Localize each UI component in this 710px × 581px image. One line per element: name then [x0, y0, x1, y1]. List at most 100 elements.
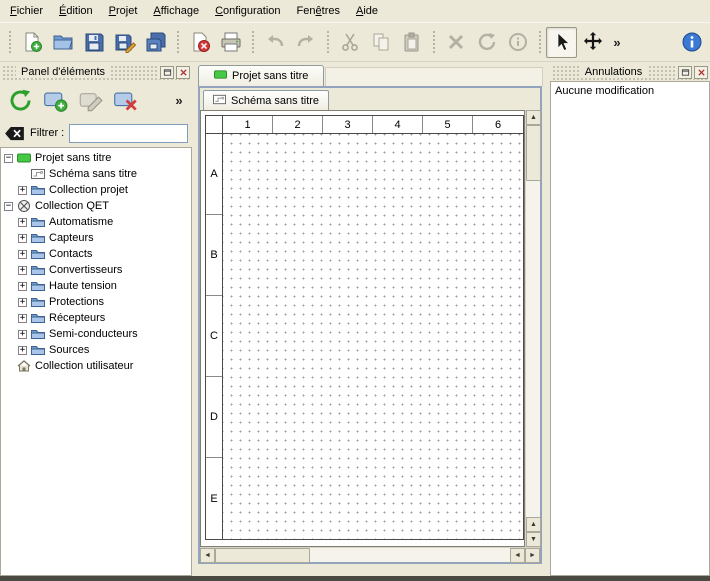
collapse-icon[interactable]: − — [4, 154, 13, 163]
scroll-up-button[interactable]: ▲ — [526, 110, 541, 125]
copy-button[interactable] — [365, 27, 396, 58]
expand-icon[interactable]: + — [18, 282, 27, 291]
toolbar-grip[interactable] — [325, 29, 330, 55]
row-header-c: C — [206, 296, 222, 377]
diagram-grid[interactable] — [223, 134, 523, 539]
reload-collections-button[interactable] — [4, 84, 36, 116]
print-button[interactable] — [215, 27, 246, 58]
panel-overflow-button[interactable]: » — [170, 85, 188, 116]
vertical-scroll-thumb[interactable] — [526, 125, 541, 181]
scroll-left-button[interactable]: ◄ — [200, 548, 215, 563]
filter-input[interactable] — [69, 124, 188, 143]
select-mode-button[interactable] — [546, 27, 577, 58]
new-document-icon — [21, 31, 43, 53]
move-mode-icon — [582, 31, 604, 53]
expand-icon[interactable]: + — [18, 298, 27, 307]
new-document-button[interactable] — [16, 27, 47, 58]
about-button[interactable] — [676, 27, 707, 58]
elements-panel-float-button[interactable] — [160, 66, 174, 79]
menu-item-affichage[interactable]: Affichage — [145, 1, 207, 21]
expand-icon[interactable]: + — [18, 314, 27, 323]
rotate-button[interactable] — [471, 27, 502, 58]
elements-panel-close-button[interactable] — [176, 66, 190, 79]
tree-item-collection-qet[interactable]: −Collection QET — [1, 198, 191, 214]
cut-button[interactable] — [334, 27, 365, 58]
tree-item-automatisme[interactable]: + Automatisme — [1, 214, 191, 230]
close-file-button[interactable] — [184, 27, 215, 58]
tree-item-sources[interactable]: + Sources — [1, 342, 191, 358]
menu-item-edition[interactable]: Édition — [51, 1, 101, 21]
tree-item-label: Automatisme — [49, 216, 113, 228]
expand-icon[interactable]: + — [18, 186, 27, 195]
menu-item-configuration[interactable]: Configuration — [207, 1, 288, 21]
tree-item-label: Sources — [49, 344, 89, 356]
expand-icon[interactable]: + — [18, 346, 27, 355]
expand-icon[interactable]: + — [18, 266, 27, 275]
expand-icon[interactable]: + — [18, 218, 27, 227]
scroll-up-button-secondary[interactable]: ▲ — [526, 517, 541, 532]
delete-element-icon — [113, 88, 138, 113]
save-all-button[interactable] — [140, 27, 171, 58]
toolbar-overflow-button[interactable]: » — [608, 27, 626, 58]
tree-item-label: Récepteurs — [49, 312, 105, 324]
save-as-button[interactable] — [109, 27, 140, 58]
tree-item-convertisseurs[interactable]: +Convertisseurs — [1, 262, 191, 278]
tree-item-haute-tension[interactable]: +Haute tension — [1, 278, 191, 294]
tree-item-collection-projet[interactable]: + Collection projet — [1, 182, 191, 198]
horizontal-scrollbar[interactable]: ◄◄► — [200, 547, 540, 562]
scroll-down-button[interactable]: ▼ — [526, 532, 541, 547]
horizontal-scroll-thumb[interactable] — [215, 548, 310, 563]
edit-element-button[interactable] — [74, 84, 106, 116]
tabbar-empty-area — [325, 67, 543, 86]
move-mode-button[interactable] — [577, 27, 608, 58]
elements-panel-titlebar[interactable]: Panel d'éléments — [2, 64, 190, 80]
toolbar-grip[interactable] — [175, 29, 180, 55]
undo-panel-float-button[interactable] — [678, 66, 692, 79]
tab-projet-sans-titre[interactable]: Projet sans titre — [198, 65, 324, 86]
tree-item-collection-utilisateur[interactable]: Collection utilisateur — [1, 358, 191, 374]
tree-item-projet-sans-titre[interactable]: −Projet sans titre — [1, 150, 191, 166]
menu-item-fenetres[interactable]: Fenêtres — [289, 1, 348, 21]
undo-button[interactable] — [259, 27, 290, 58]
tree-item-protections[interactable]: +Protections — [1, 294, 191, 310]
filter-icon — [4, 126, 25, 141]
toolbar-grip[interactable] — [7, 29, 12, 55]
toolbar-grip[interactable] — [250, 29, 255, 55]
menu-item-fichier[interactable]: Fichier — [2, 1, 51, 21]
tree-item-capteurs[interactable]: +Capteurs — [1, 230, 191, 246]
open-project-button[interactable] — [47, 27, 78, 58]
folder-icon — [31, 295, 45, 309]
paste-button[interactable] — [396, 27, 427, 58]
undo-panel-titlebar[interactable]: Annulations — [552, 64, 708, 80]
tab-schema-sans-titre[interactable]: Schéma sans titre — [203, 90, 329, 110]
save-button[interactable] — [78, 27, 109, 58]
vertical-scroll-track[interactable] — [526, 181, 540, 517]
delete-button[interactable] — [440, 27, 471, 58]
menu-item-aide[interactable]: Aide — [348, 1, 386, 21]
tree-item-label: Collection projet — [49, 184, 128, 196]
tree-item-contacts[interactable]: +Contacts — [1, 246, 191, 262]
delete-element-button[interactable] — [109, 84, 141, 116]
undo-panel-close-button[interactable] — [694, 66, 708, 79]
tab-schema-label: Schéma sans titre — [231, 95, 319, 107]
expand-icon[interactable]: + — [18, 330, 27, 339]
scroll-left-button-secondary[interactable]: ◄ — [510, 548, 525, 563]
tree-item-semi-conducteurs[interactable]: +Semi-conducteurs — [1, 326, 191, 342]
toolbar-grip[interactable] — [431, 29, 436, 55]
expand-icon[interactable]: + — [18, 234, 27, 243]
diagram-canvas[interactable]: 123456ABCDE — [200, 110, 525, 547]
scroll-right-button[interactable]: ► — [525, 548, 540, 563]
menu-item-projet[interactable]: Projet — [101, 1, 146, 21]
vertical-scrollbar[interactable]: ▲▲▼ — [525, 110, 540, 547]
tree-item-recepteurs[interactable]: + Récepteurs — [1, 310, 191, 326]
horizontal-scroll-track[interactable] — [310, 548, 510, 562]
redo-button[interactable] — [290, 27, 321, 58]
elements-tree: −Projet sans titreSchéma sans titre + Coll… — [0, 147, 192, 576]
expand-icon[interactable]: + — [18, 250, 27, 259]
save-all-icon — [145, 31, 167, 53]
toolbar-grip[interactable] — [537, 29, 542, 55]
new-element-button[interactable] — [39, 84, 71, 116]
collapse-icon[interactable]: − — [4, 202, 13, 211]
element-info-button[interactable] — [502, 27, 533, 58]
tree-item-schema-sans-titre[interactable]: Schéma sans titre — [1, 166, 191, 182]
